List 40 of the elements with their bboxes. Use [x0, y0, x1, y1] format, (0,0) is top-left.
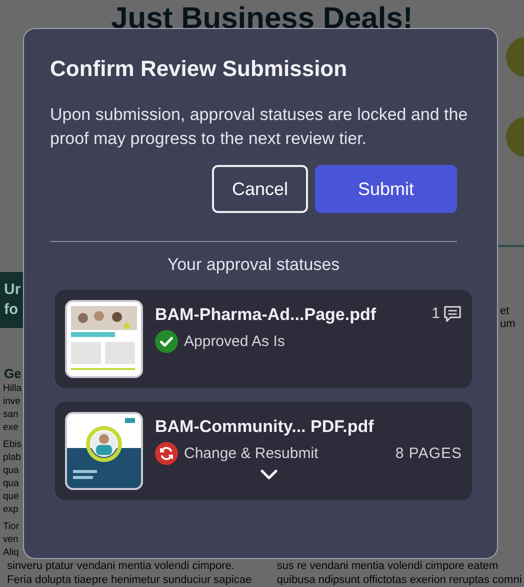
body-text: sinveru ptatur vendani mentia volendi cimpore. — [7, 559, 236, 573]
body-text: qua — [2, 464, 20, 477]
status-label: Approved As Is — [184, 332, 285, 352]
body-text: ven — [2, 533, 20, 546]
dialog-message: Upon submission, approval statuses are locked and the proof may progress to the next review tier. — [50, 104, 469, 150]
chevron-down-icon[interactable] — [260, 469, 278, 481]
body-text: um — [499, 318, 516, 331]
banner-text: Ur — [4, 280, 22, 300]
body-text: inve — [2, 395, 22, 408]
banner-text: fo — [4, 300, 20, 320]
body-text: sus re vendani mentia volendi cimpore eatem — [276, 559, 500, 573]
body-text: et — [499, 305, 510, 318]
file-card[interactable]: BAM-Community... PDF.pdf Change & Resubmit 8 PAGES — [55, 402, 472, 500]
body-text: Aliq — [2, 546, 20, 559]
status-label: Change & Resubmit — [184, 444, 318, 464]
body-text: san — [2, 408, 20, 421]
body-text: Feria dolupta tiaepre henimetur sunduciur sapicae — [7, 573, 253, 587]
cancel-button[interactable]: Cancel — [212, 165, 308, 213]
file-name: BAM-Community... PDF.pdf — [155, 416, 374, 438]
body-text: Hilla — [2, 382, 22, 395]
page-heading: Just Business Deals! — [111, 4, 413, 34]
section-label: Your approval statuses — [166, 254, 341, 276]
refresh-circle-icon — [155, 442, 178, 465]
body-text: Tior — [2, 520, 20, 533]
page-count: 8 PAGES — [395, 445, 462, 462]
submit-button[interactable]: Submit — [315, 165, 457, 213]
body-text: exp — [2, 503, 20, 516]
file-name: BAM-Pharma-Ad...Page.pdf — [155, 304, 376, 326]
file-card[interactable]: BAM-Pharma-Ad...Page.pdf 1 Approved As Is — [55, 290, 472, 388]
body-text: Ebis — [2, 438, 22, 451]
body-text: qua — [2, 477, 20, 490]
body-text: plab — [2, 451, 22, 464]
comment-count: 1 — [432, 304, 440, 324]
body-text: que — [2, 490, 20, 503]
check-circle-icon — [155, 330, 178, 353]
section-heading: Ge — [3, 366, 22, 382]
body-text: quibusa ndipsunt offictotas exerion reruptas comni — [276, 573, 523, 587]
comment-icon[interactable] — [443, 304, 462, 324]
body-text: exe — [2, 421, 20, 434]
dialog-title: Confirm Review Submission — [50, 55, 348, 83]
